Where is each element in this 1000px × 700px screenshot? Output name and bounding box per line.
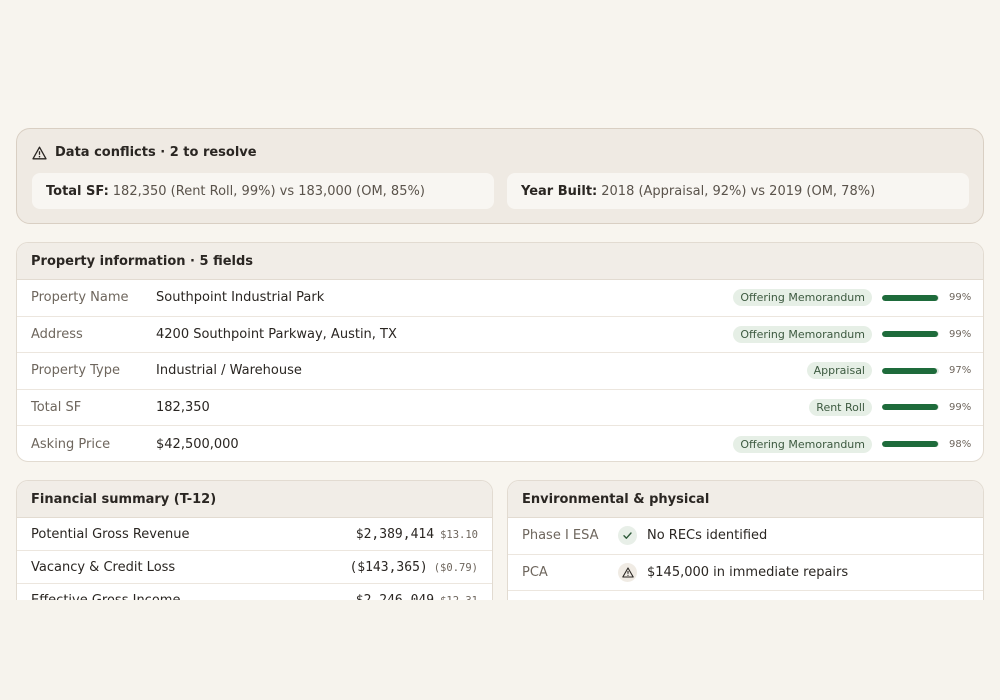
- confidence-bar: [882, 441, 939, 448]
- environmental-row[interactable]: PCA $145,000 in immediate repairs: [508, 555, 983, 591]
- confidence-bar: [882, 294, 939, 301]
- conflicts-header: Data conflicts · 2 to resolve: [32, 145, 257, 160]
- conflict-item-total-sf[interactable]: Total SF: 182,350 (Rent Roll, 99%) vs 18…: [32, 173, 494, 209]
- field-value: Industrial / Warehouse: [156, 363, 302, 379]
- report-label: PCA: [522, 564, 548, 580]
- confidence-percent: 99%: [949, 328, 972, 340]
- field-value: $42,500,000: [156, 436, 239, 452]
- field-label: Property Name: [31, 290, 129, 306]
- conflicts-title: Data conflicts · 2 to resolve: [55, 145, 257, 160]
- source-badge[interactable]: Rent Roll: [809, 398, 872, 416]
- confidence-bar-fill: [882, 294, 939, 301]
- field-label: Address: [31, 326, 83, 342]
- confidence-percent: 99%: [949, 401, 972, 413]
- financial-row[interactable]: Effective Gross Income $2,246,049$12.31: [17, 584, 492, 601]
- confidence-bar: [882, 331, 939, 338]
- content-viewport[interactable]: Data conflicts · 2 to resolve Total SF: …: [0, 100, 1000, 600]
- line-item-amount: ($143,365): [349, 559, 428, 575]
- property-row[interactable]: Property Name Southpoint Industrial Park O…: [17, 280, 983, 317]
- line-item-values: $2,246,049$12.31: [356, 593, 478, 601]
- field-source-confidence: Rent Roll 99%: [809, 398, 972, 416]
- top-band: [0, 0, 1000, 100]
- bottom-band: [0, 600, 1000, 700]
- field-value: Southpoint Industrial Park: [156, 290, 325, 306]
- source-badge[interactable]: Offering Memorandum: [733, 289, 872, 307]
- financial-card-title: Financial summary (T-12): [17, 481, 492, 518]
- line-item-amount: $2,389,414: [355, 526, 435, 542]
- confidence-percent: 99%: [949, 292, 972, 304]
- line-item-label: Vacancy & Credit Loss: [31, 559, 176, 575]
- field-source-confidence: Offering Memorandum 98%: [733, 435, 972, 453]
- field-label: Total SF: [31, 399, 82, 415]
- report-label: Phase I ESA: [522, 528, 599, 544]
- line-item-label: Effective Gross Income: [31, 592, 181, 601]
- property-row[interactable]: Address 4200 Southpoint Parkway, Austin, …: [17, 317, 983, 353]
- warning-icon: [32, 146, 47, 160]
- line-item-amount: $2,246,049: [355, 592, 435, 601]
- environmental-row[interactable]: Phase I ESA No RECs identified: [508, 518, 983, 555]
- field-value: 182,350: [156, 399, 210, 415]
- report-finding: $145,000 in immediate repairs: [647, 564, 849, 580]
- line-item-per-sf: ($0.79): [433, 561, 478, 574]
- property-row[interactable]: Asking Price $42,500,000 Offering Memorand…: [17, 426, 983, 461]
- confidence-percent: 97%: [949, 365, 972, 377]
- conflict-item-year-built[interactable]: Year Built: 2018 (Appraisal, 92%) vs 201…: [507, 173, 969, 209]
- financial-summary-card: Financial summary (T-12) Potential Gross…: [16, 480, 493, 600]
- property-row[interactable]: Total SF 182,350 Rent Roll 99%: [17, 390, 983, 426]
- source-badge[interactable]: Offering Memorandum: [733, 435, 872, 453]
- environmental-card-title: Environmental & physical: [508, 481, 983, 518]
- confidence-percent: 98%: [949, 438, 972, 450]
- source-badge[interactable]: Offering Memorandum: [733, 325, 872, 343]
- report-finding: No RECs identified: [647, 528, 768, 544]
- warning-icon: [618, 562, 637, 582]
- property-card-title: Property information · 5 fields: [17, 243, 983, 280]
- environmental-physical-card: Environmental & physical Phase I ESA No R…: [507, 480, 984, 600]
- conflict-detail: 2018 (Appraisal, 92%) vs 2019 (OM, 78%): [601, 183, 876, 199]
- field-label: Property Type: [31, 363, 121, 379]
- field-source-confidence: Offering Memorandum 99%: [733, 325, 972, 343]
- source-badge[interactable]: Appraisal: [806, 362, 872, 380]
- confidence-bar-fill: [882, 441, 938, 448]
- field-label: Asking Price: [31, 436, 111, 452]
- financial-row[interactable]: Vacancy & Credit Loss ($143,365) ($0.79): [17, 551, 492, 584]
- confidence-bar: [882, 367, 939, 374]
- property-row[interactable]: Property Type Industrial / Warehouse Appra…: [17, 353, 983, 390]
- check-icon: [618, 526, 637, 546]
- field-source-confidence: Offering Memorandum 99%: [733, 289, 972, 307]
- data-conflicts-panel: Data conflicts · 2 to resolve Total SF: …: [16, 128, 984, 224]
- line-item-values: $2,389,414 $13.10: [356, 527, 478, 542]
- confidence-bar-fill: [882, 367, 938, 374]
- field-value: 4200 Southpoint Parkway, Austin, TX: [156, 326, 397, 342]
- financial-row[interactable]: Potential Gross Revenue $2,389,414 $13.10: [17, 518, 492, 551]
- line-item-per-sf: $13.10: [440, 528, 478, 541]
- property-information-card: Property information · 5 fields Property…: [16, 242, 984, 462]
- conflict-label: Total SF:: [46, 183, 109, 199]
- field-source-confidence: Appraisal 97%: [806, 362, 972, 380]
- conflict-detail: 182,350 (Rent Roll, 99%) vs 183,000 (OM,…: [112, 183, 425, 199]
- confidence-bar-fill: [882, 404, 939, 411]
- confidence-bar: [882, 404, 939, 411]
- conflict-label: Year Built:: [521, 183, 598, 199]
- line-item-values: ($143,365) ($0.79): [349, 560, 478, 575]
- confidence-bar-fill: [882, 331, 939, 338]
- line-item-label: Potential Gross Revenue: [31, 526, 190, 542]
